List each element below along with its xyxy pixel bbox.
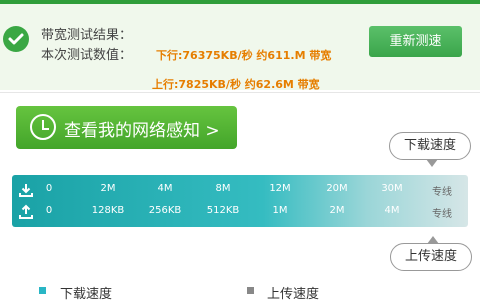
upload-result: 上行:7825KB/秒 约62.6M 带宽 [152,78,320,91]
download-tick: 30M [381,183,403,194]
download-legend-label: 下载速度 [60,287,113,300]
download-scale-row: 0 2M 4M 8M 12M 20M 30M 专线 [12,180,468,200]
download-tick: 2M [100,183,116,194]
view-network-perception-label: 查看我的网络感知 > [64,121,220,141]
upload-scale-row: 0 128KB 256KB 512KB 1M 2M 4M 专线 [12,202,468,222]
divider [0,92,480,93]
upload-legend-swatch [247,287,254,294]
check-icon [3,26,29,52]
upload-tick: 256KB [148,205,182,216]
upload-tick: 4M [384,205,400,216]
upload-tick: 2M [329,205,345,216]
download-tick: 8M [215,183,231,194]
result-title-label: 带宽测试结果： [41,28,133,43]
retest-button[interactable]: 重新测速 [369,26,462,57]
upload-icon [19,204,33,219]
upload-tick: 128KB [91,205,125,216]
download-tick: 20M [326,183,348,194]
upload-tick: 1M [272,205,288,216]
speed-scale: 0 2M 4M 8M 12M 20M 30M 专线 0 128KB 256KB … [12,175,468,227]
test-value-label: 本次测试数值： [41,48,133,63]
upload-tick: 512KB [206,205,240,216]
upload-tick: 0 [45,205,53,216]
download-tick: 0 [45,183,53,194]
download-tick: 12M [269,183,291,194]
download-result: 下行:76375KB/秒 约611.M 带宽 [156,49,332,62]
download-tick: 专线 [432,187,452,198]
clock-icon [30,114,56,140]
download-legend-swatch [39,287,46,294]
download-tick: 4M [157,183,173,194]
download-icon [19,184,33,197]
upload-tick: 专线 [432,209,452,220]
view-network-perception-button[interactable]: 查看我的网络感知 > [16,106,237,149]
upload-legend-label: 上传速度 [267,287,320,300]
upload-speed-bubble: 上传速度 [390,236,472,271]
download-speed-bubble: 下载速度 [389,132,471,167]
